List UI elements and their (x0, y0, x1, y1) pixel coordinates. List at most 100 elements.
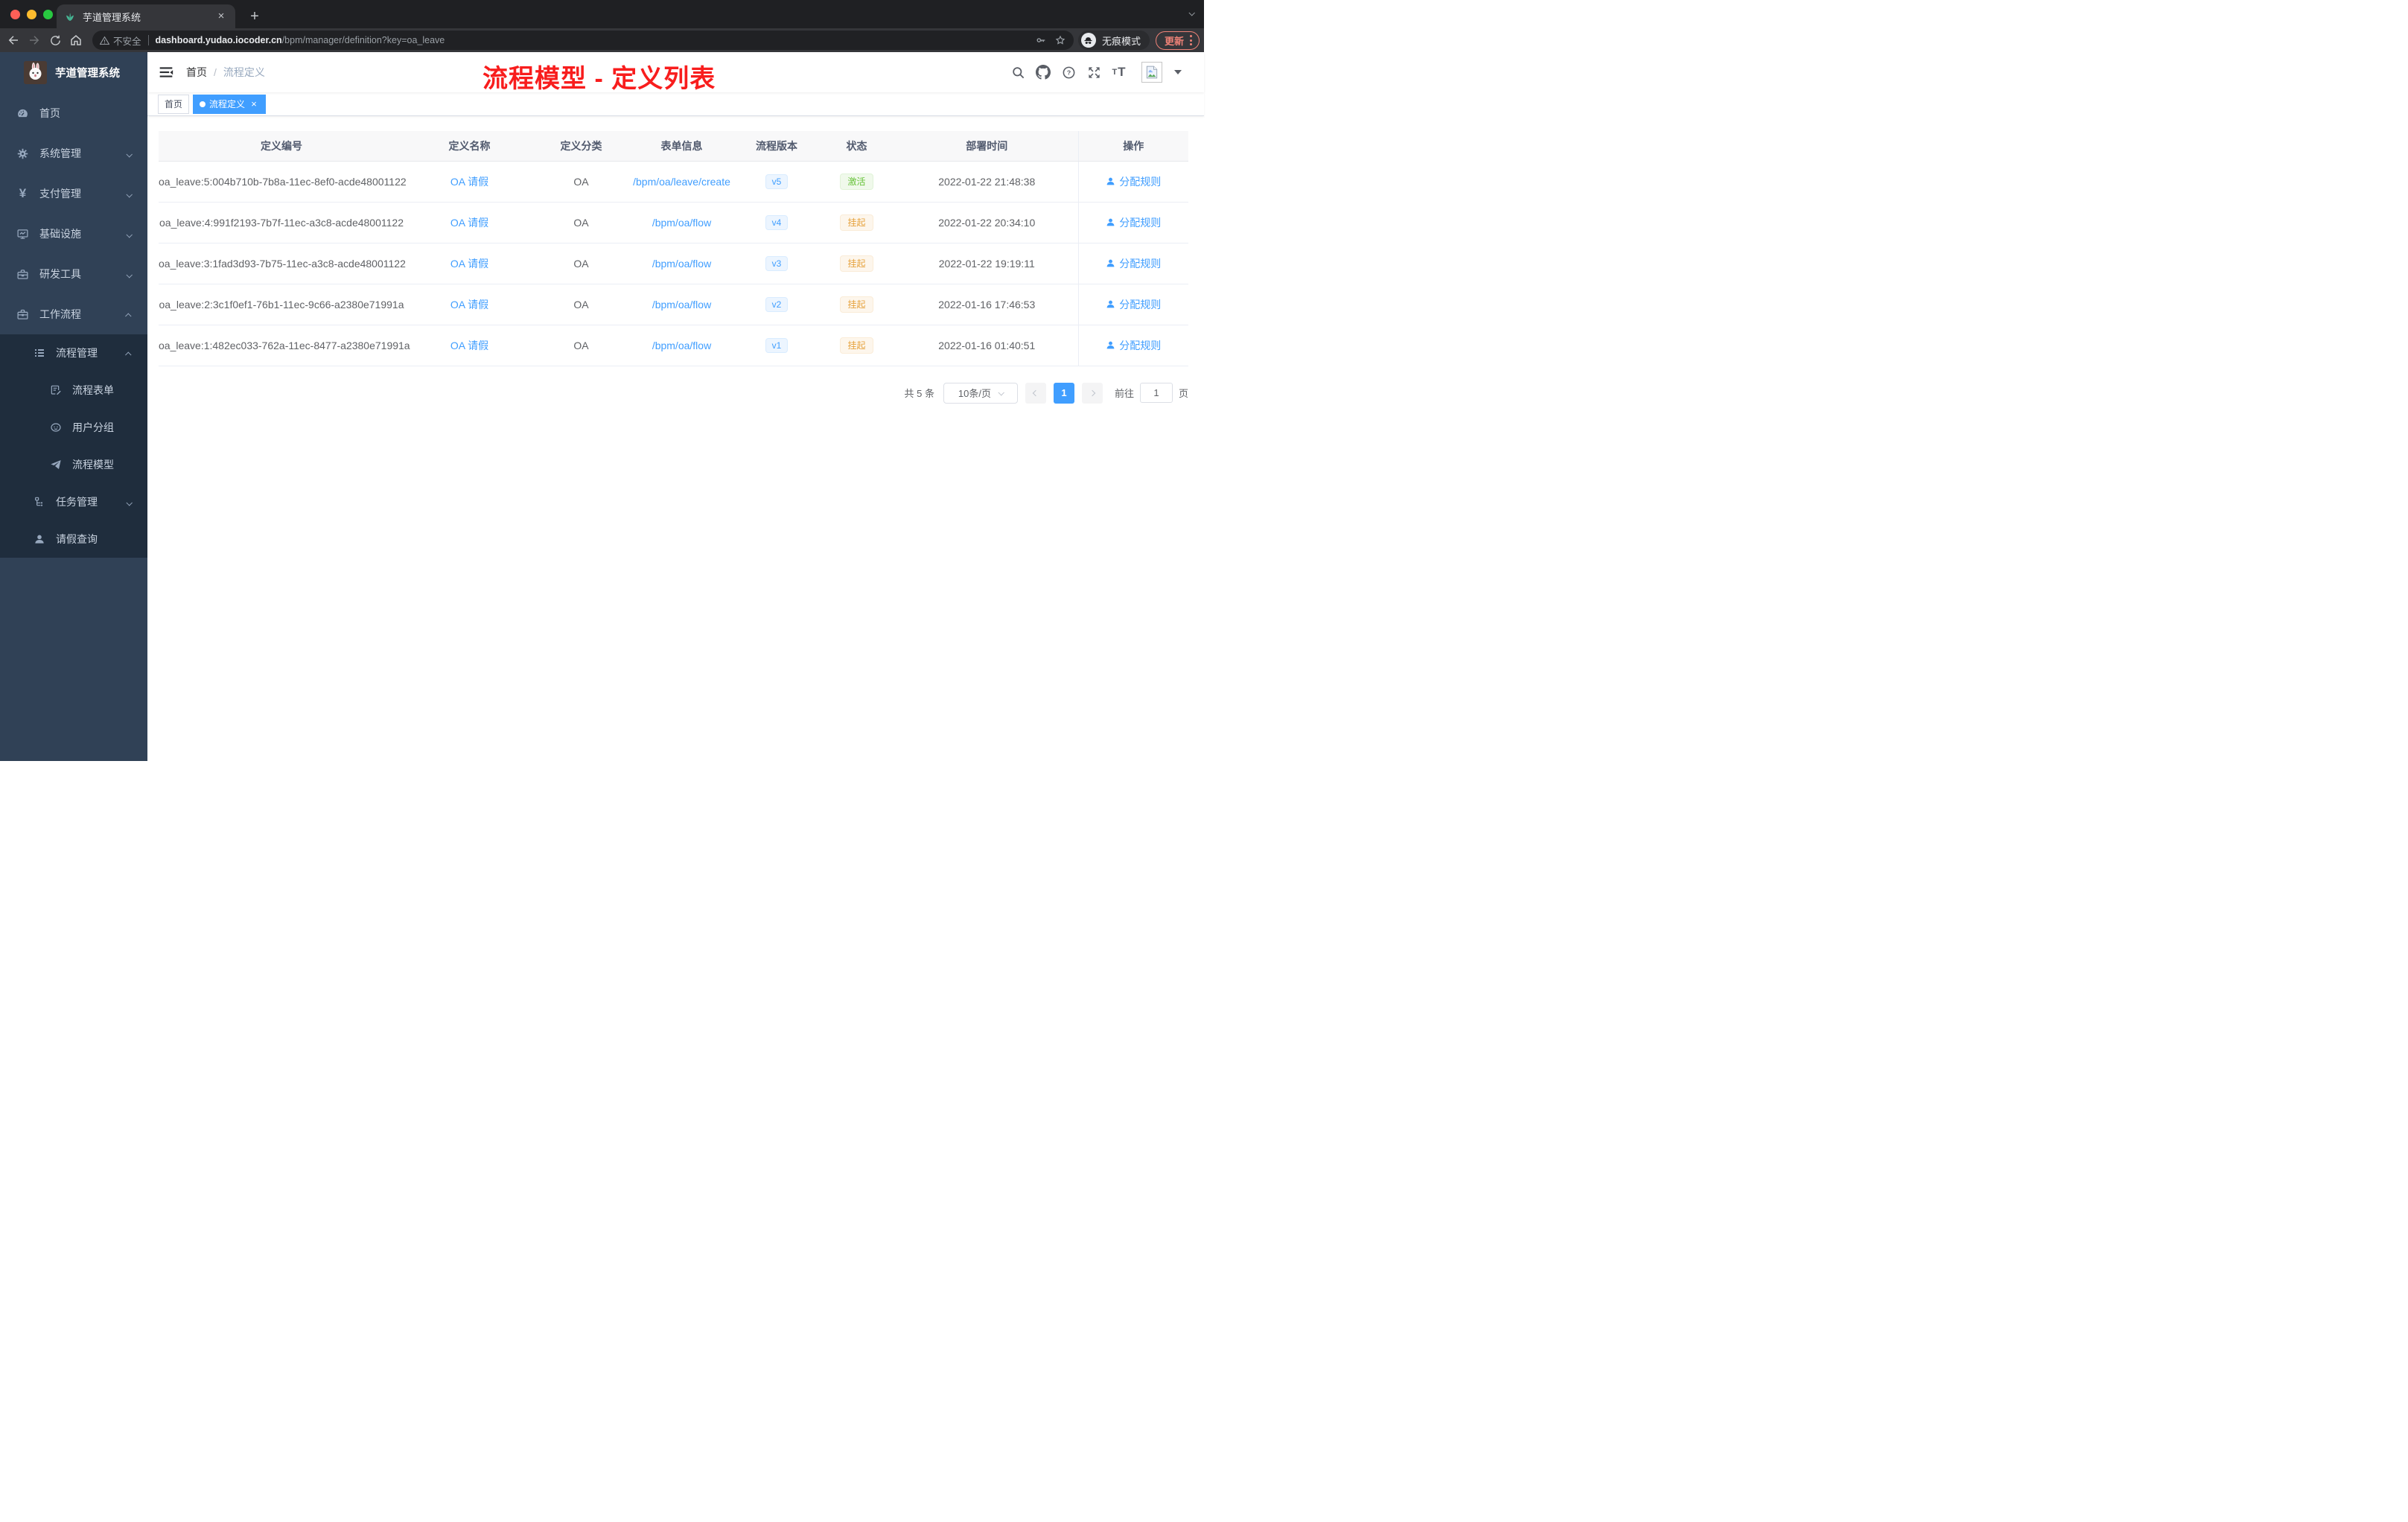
tag-process-definition[interactable]: 流程定义 × (193, 94, 267, 114)
incognito-badge: 无痕模式 (1077, 31, 1150, 50)
form-link[interactable]: /bpm/oa/flow (652, 258, 711, 270)
sidebar-item-task-management[interactable]: 任务管理 (0, 483, 147, 520)
assign-rule-button[interactable]: 分配规则 (1106, 256, 1161, 271)
goto-label: 前往 (1114, 388, 1134, 399)
sidebar-item-label: 请假查询 (56, 533, 98, 545)
page-content: 定义编号 定义名称 定义分类 表单信息 流程版本 状态 部署时间 操作 oa_l (147, 116, 1204, 404)
sidebar-item-label: 首页 (39, 107, 60, 119)
tab-close-icon[interactable]: × (214, 10, 228, 23)
new-tab-button[interactable]: + (246, 7, 264, 25)
tab-search-chevron-icon[interactable] (1188, 6, 1195, 19)
traffic-lights (10, 10, 53, 19)
sidebar-item-label: 任务管理 (56, 496, 98, 508)
form-link[interactable]: /bpm/oa/flow (652, 340, 711, 351)
hamburger-icon[interactable] (159, 65, 173, 80)
yen-icon: ¥ (19, 186, 27, 200)
sidebar-item-process-model[interactable]: 流程模型 (0, 446, 147, 483)
sidebar-item-user-group[interactable]: 用户分组 (0, 409, 147, 446)
maximize-window-button[interactable] (43, 10, 53, 19)
sidebar-item-process-management[interactable]: 流程管理 (0, 334, 147, 372)
form-link[interactable]: /bpm/oa/flow (652, 299, 711, 311)
definition-name-link[interactable]: OA 请假 (450, 299, 488, 311)
sidebar-item-home[interactable]: 首页 (0, 93, 147, 133)
sidebar-item-payment[interactable]: ¥ 支付管理 (0, 173, 147, 214)
form-link[interactable]: /bpm/oa/flow (652, 217, 711, 229)
url-path: /bpm/manager/definition?key=oa_leave (281, 35, 445, 45)
col-deploy-time: 部署时间 (896, 131, 1078, 162)
app-title: 芋道管理系统 (55, 68, 120, 80)
annotation-title: 流程模型 - 定义列表 (482, 65, 716, 93)
definition-name-link[interactable]: OA 请假 (450, 258, 488, 270)
user-avatar[interactable] (1141, 62, 1162, 83)
back-icon[interactable] (3, 30, 24, 51)
update-button[interactable]: 更新 (1155, 31, 1200, 50)
prev-page-button[interactable] (1025, 382, 1046, 404)
cell-deploy-time: 2022-01-22 21:48:38 (896, 161, 1078, 203)
sidebar-item-dev-tools[interactable]: 研发工具 (0, 254, 147, 294)
update-label: 更新 (1164, 35, 1184, 47)
assign-rule-button[interactable]: 分配规则 (1106, 174, 1161, 189)
definition-name-link[interactable]: OA 请假 (450, 340, 488, 351)
sidebar-item-leave-query[interactable]: 请假查询 (0, 520, 147, 558)
version-badge: v4 (765, 214, 789, 230)
github-icon[interactable] (1036, 65, 1051, 80)
form-link[interactable]: /bpm/oa/leave/create (633, 176, 730, 188)
page-size-select[interactable]: 10条/页 (943, 382, 1018, 404)
close-window-button[interactable] (10, 10, 20, 19)
app-logo[interactable]: 芋道管理系统 (0, 52, 147, 93)
search-icon[interactable] (1010, 65, 1025, 80)
breadcrumb-current: 流程定义 (223, 66, 265, 78)
version-badge: v2 (765, 296, 789, 312)
cell-definition-id: oa_leave:5:004b710b-7b8a-11ec-8ef0-acde4… (159, 161, 407, 203)
browser-tab[interactable]: 芋道管理系统 × (57, 4, 235, 28)
minimize-window-button[interactable] (27, 10, 36, 19)
cell-category: OA (535, 284, 628, 325)
forward-icon[interactable] (24, 30, 45, 51)
tag-home[interactable]: 首页 (158, 94, 190, 114)
toolbox-icon (16, 268, 29, 281)
col-definition-id: 定义编号 (159, 131, 404, 162)
sidebar-item-process-form[interactable]: 流程表单 (0, 372, 147, 409)
paper-plane-icon (49, 459, 62, 471)
page-1-button[interactable]: 1 (1053, 382, 1074, 404)
breadcrumb-home[interactable]: 首页 (186, 65, 207, 80)
assign-rule-button[interactable]: 分配规则 (1106, 215, 1161, 230)
definition-name-link[interactable]: OA 请假 (450, 176, 488, 188)
home-icon[interactable] (66, 30, 86, 51)
cell-definition-id: oa_leave:1:482ec033-762a-11ec-8477-a2380… (159, 325, 410, 366)
tab-title: 芋道管理系统 (83, 11, 141, 23)
table-row: oa_leave:2:3c1f0ef1-76b1-11ec-9c66-a2380… (159, 284, 1188, 325)
chevron-down-icon (998, 389, 1004, 396)
chevron-down-icon (126, 496, 133, 508)
user-icon (1106, 259, 1115, 267)
user-group-icon (49, 421, 62, 434)
caret-down-icon[interactable] (1174, 70, 1182, 74)
briefcase-icon (16, 308, 29, 321)
menu-dots-icon[interactable] (1190, 35, 1192, 45)
dashboard-icon (16, 107, 29, 120)
sidebar-item-label: 流程模型 (72, 459, 114, 471)
browser-window: 芋道管理系统 × + 不安全 dashboard.yudao.iocoder.c… (0, 0, 1204, 761)
assign-rule-button[interactable]: 分配规则 (1106, 297, 1161, 312)
key-icon[interactable] (1035, 34, 1047, 46)
definition-name-link[interactable]: OA 请假 (450, 217, 488, 229)
active-dot-icon (200, 101, 206, 107)
goto-page-input[interactable] (1139, 383, 1173, 403)
font-size-icon[interactable]: TT (1112, 65, 1127, 80)
fullscreen-icon[interactable] (1086, 65, 1101, 80)
help-icon[interactable]: ? (1061, 65, 1076, 80)
reload-icon[interactable] (45, 30, 66, 51)
breadcrumb: 首页 / 流程定义 (186, 65, 265, 80)
sidebar-item-label: 流程管理 (56, 347, 98, 359)
not-secure-warning[interactable]: 不安全 (100, 34, 141, 48)
sidebar-item-system[interactable]: 系统管理 (0, 133, 147, 173)
user-icon (1106, 341, 1115, 349)
next-page-button[interactable] (1081, 382, 1103, 404)
bookmark-star-icon[interactable] (1054, 34, 1066, 46)
sidebar-item-infrastructure[interactable]: 基础设施 (0, 214, 147, 254)
assign-rule-button[interactable]: 分配规则 (1106, 338, 1161, 353)
sidebar-item-workflow[interactable]: 工作流程 (0, 294, 147, 334)
address-bar[interactable]: 不安全 dashboard.yudao.iocoder.cn/bpm/manag… (92, 31, 1074, 50)
status-badge: 挂起 (840, 337, 873, 354)
tag-close-icon[interactable]: × (249, 98, 259, 109)
